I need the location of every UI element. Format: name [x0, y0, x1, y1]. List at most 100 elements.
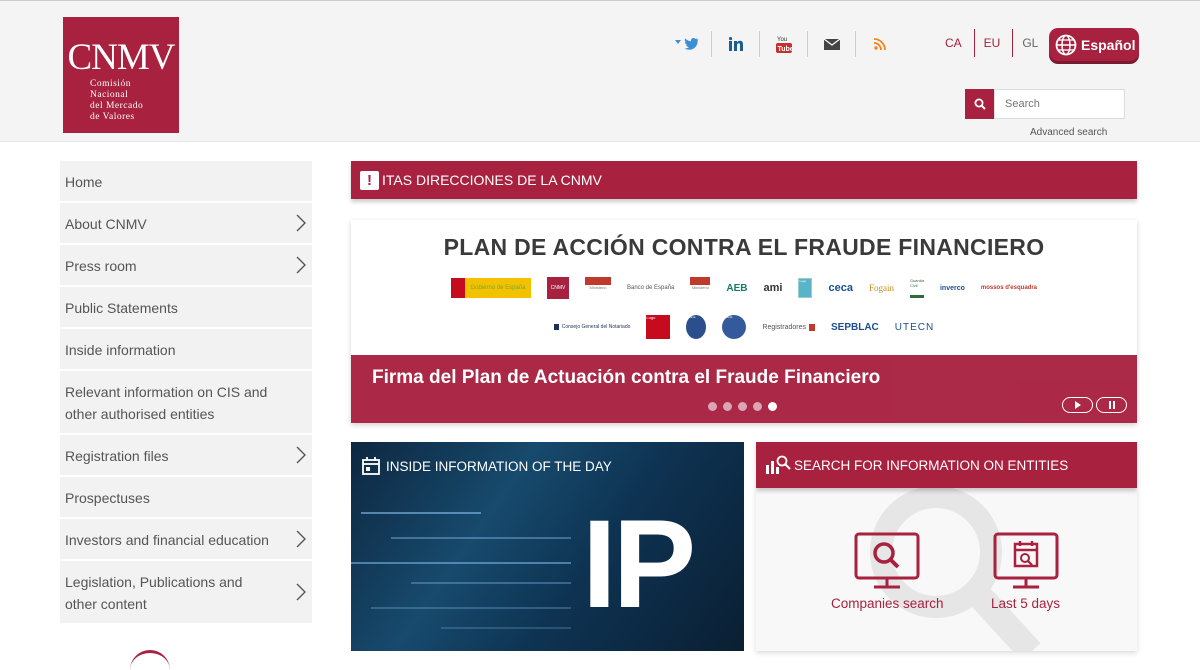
entity-search-card: SEARCH FOR INFORMATION ON ENTITIES Compa… — [756, 442, 1137, 651]
sidebar-item-label: Public Statements — [65, 300, 178, 316]
chart-search-icon — [766, 455, 791, 474]
sidebar-nav: Home About CNMV Press room Public Statem… — [60, 161, 312, 625]
ministerio-2-logo: Ministerio — [690, 277, 711, 299]
decor-streak — [411, 582, 571, 584]
ministerio-logo: Ministerio — [585, 277, 611, 299]
sidebar-item-label: Legislation, Publications and other cont… — [65, 574, 243, 612]
notariado-logo: Consejo General del Notariado — [553, 324, 630, 330]
ceca-logo: ceca — [828, 282, 853, 294]
lang-eu-link[interactable]: EU — [975, 29, 1014, 57]
cnmv-logo[interactable]: CNMV Comisión Nacional del Mercado de Va… — [63, 17, 179, 133]
search-icon — [974, 98, 986, 110]
inverco-logo: inverco — [939, 284, 965, 292]
alert-banner[interactable]: ! ITAS DIRECCIONES DE LA CNMV — [351, 161, 1137, 199]
decor-streak — [351, 562, 571, 564]
language-selector-button[interactable]: Español — [1049, 28, 1139, 61]
companies-search-label: Companies search — [831, 596, 944, 611]
language-links: CA EU GL — [936, 29, 1050, 57]
linkedin-icon[interactable] — [712, 31, 760, 57]
sidebar-item-prospectuses[interactable]: Prospectuses — [60, 477, 312, 519]
chevron-right-icon — [296, 583, 306, 601]
banco-espana-logo: Banco de España — [627, 285, 675, 291]
aeb-logo: AEB — [726, 282, 748, 294]
sidebar-item-relevant-information[interactable]: Relevant information on CIS and other au… — [60, 371, 312, 435]
social-links: You Tube — [664, 31, 904, 57]
ami-logo: ami — [763, 282, 783, 294]
logo-sub-line: Nacional — [90, 90, 129, 100]
sidebar-item-home[interactable]: Home — [60, 161, 312, 203]
mail-icon[interactable] — [808, 31, 856, 57]
card-title: SEARCH FOR INFORMATION ON ENTITIES — [794, 457, 1069, 473]
carousel-play-button[interactable] — [1062, 397, 1093, 413]
decor-streak — [371, 607, 571, 609]
svg-text:Tube: Tube — [777, 46, 792, 53]
registradores-logo: Registradores — [762, 323, 815, 331]
sidebar-item-public-statements[interactable]: Public Statements — [60, 287, 312, 329]
globe-icon — [1055, 34, 1077, 55]
logo-subtitle: Comisión Nacional del Mercado de Valores — [90, 79, 179, 123]
fogain-logo: Fogain — [868, 283, 894, 293]
inside-info-card[interactable]: INSIDE INFORMATION OF THE DAY IP — [351, 442, 744, 651]
svg-text:You: You — [777, 37, 787, 43]
youtube-icon[interactable]: You Tube — [760, 31, 808, 57]
advanced-search-link[interactable]: Advanced search — [1030, 127, 1107, 138]
card-header: INSIDE INFORMATION OF THE DAY — [362, 457, 612, 475]
pause-icon — [1108, 401, 1115, 409]
sidebar-item-inside-information[interactable]: Inside information — [60, 329, 312, 371]
chevron-right-icon — [296, 256, 306, 274]
sidebar-item-registration-files[interactable]: Registration files — [60, 435, 312, 477]
sidebar-item-label: Investors and financial education — [65, 532, 269, 548]
sidebar-bottom-logo-partial — [130, 650, 170, 670]
sidebar-item-investors-education[interactable]: Investors and financial education — [60, 519, 312, 561]
slide-caption[interactable]: Firma del Plan de Actuación contra el Fr… — [372, 367, 880, 389]
logo-wordmark: CNMV — [67, 37, 175, 78]
logo-sub-line: del Mercado — [90, 101, 144, 111]
alert-banner-text: ITAS DIRECCIONES DE LA CNMV — [382, 172, 602, 188]
ip-graphic-text: IP — [582, 495, 696, 634]
rss-icon[interactable] — [856, 31, 904, 57]
carousel-dot[interactable] — [738, 402, 747, 411]
sidebar-item-label: Press room — [65, 258, 137, 274]
sidebar-item-label: About CNMV — [65, 216, 147, 232]
carousel-dot[interactable] — [708, 402, 717, 411]
header-bar: CNMV Comisión Nacional del Mercado de Va… — [0, 0, 1200, 142]
sidebar-item-about[interactable]: About CNMV — [60, 203, 312, 245]
last-5-days-tile[interactable]: Last 5 days — [991, 532, 1060, 611]
search-button[interactable] — [965, 89, 994, 119]
slide-title: PLAN DE ACCIÓN CONTRA EL FRAUDE FINANCIE… — [443, 234, 1045, 260]
logo-sub-line: de Valores — [90, 112, 135, 122]
carousel-pause-button[interactable] — [1096, 397, 1127, 413]
sidebar-item-press-room[interactable]: Press room — [60, 245, 312, 287]
chevron-right-icon — [296, 530, 306, 548]
card-title: INSIDE INFORMATION OF THE DAY — [386, 458, 612, 474]
carousel-slide[interactable]: PLAN DE ACCIÓN CONTRA EL FRAUDE FINANCIE… — [351, 220, 1137, 423]
slide-caption-bar: Firma del Plan de Actuación contra el Fr… — [351, 355, 1137, 423]
twitter-icon[interactable] — [664, 31, 712, 57]
calendar-icon — [362, 457, 380, 475]
carousel-dot[interactable] — [753, 402, 762, 411]
companies-search-tile[interactable]: Companies search — [831, 532, 944, 611]
sidebar-item-legislation[interactable]: Legislation, Publications and other cont… — [60, 561, 312, 625]
lang-gl-link[interactable]: GL — [1013, 29, 1050, 57]
sidebar-item-label: Prospectuses — [65, 490, 150, 506]
policia-logo: Policía — [686, 315, 707, 339]
utecn-logo: UTECN — [894, 321, 935, 333]
sidebar-item-label: Relevant information on CIS and other au… — [65, 384, 268, 422]
mossos-logo: mossos d'esquadra — [980, 285, 1037, 291]
logo-sub-line: Comisión — [90, 79, 131, 89]
alert-icon: ! — [360, 170, 379, 190]
decor-streak — [361, 512, 481, 514]
guardia-civil-logo: Guardia Civil — [909, 278, 924, 298]
partner-logos-row: Gobierno de España CNMV Ministerio Banco… — [351, 277, 1137, 299]
card-header: SEARCH FOR INFORMATION ON ENTITIES — [756, 442, 1137, 488]
monitor-calendar-icon — [993, 532, 1059, 589]
carousel-dot[interactable] — [723, 402, 732, 411]
carousel-dot-active[interactable] — [768, 402, 777, 411]
gobierno-logo: Gobierno de España — [451, 278, 531, 298]
sepblac-logo: SEPBLAC — [830, 321, 879, 333]
language-selector-label: Español — [1081, 36, 1136, 53]
lang-ca-link[interactable]: CA — [936, 29, 975, 57]
carousel-dots — [708, 402, 783, 411]
decor-streak — [391, 537, 571, 539]
search-input[interactable] — [994, 89, 1125, 119]
